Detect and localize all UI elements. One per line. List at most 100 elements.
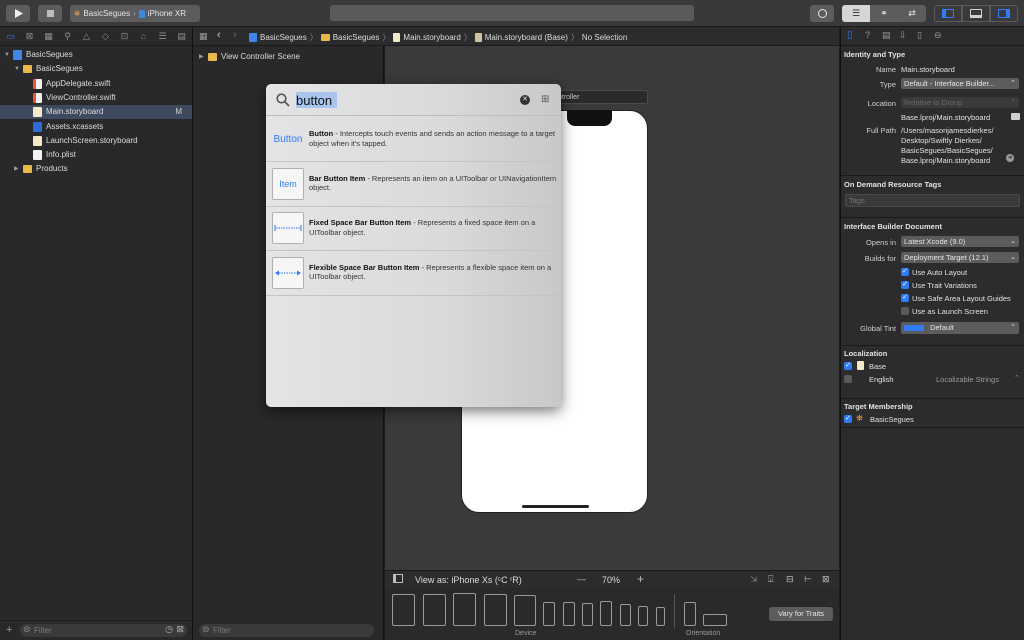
device-ipad-air[interactable] <box>484 594 507 626</box>
breadcrumb-localization[interactable]: Main.storyboard (Base) <box>485 33 568 42</box>
run-button[interactable] <box>6 5 30 22</box>
forward-chevron-icon[interactable]: › <box>233 29 237 41</box>
builds-for-popup[interactable]: Deployment Target (12.1) ⌄ <box>901 252 1019 263</box>
name-value[interactable]: Main.storyboard <box>901 65 955 74</box>
breakpoint-icon[interactable]: ⌂ <box>138 31 149 42</box>
navigator-item[interactable]: Main.storyboard M <box>0 105 192 120</box>
option-checkbox[interactable]: ✓ <box>901 281 909 289</box>
attributes-icon[interactable]: ⇩ <box>899 30 907 41</box>
breadcrumb-file[interactable]: Main.storyboard <box>403 33 460 42</box>
navigator-item[interactable]: ViewController.swift <box>0 91 192 105</box>
back-chevron-icon[interactable]: ‹ <box>217 29 221 41</box>
scm-filter-icon[interactable]: ⊠ <box>176 624 184 635</box>
device-ipad-pro-10[interactable] <box>453 593 476 626</box>
membership-checkbox[interactable]: ✓ <box>844 415 852 423</box>
option-checkbox[interactable]: ✓ <box>901 268 909 276</box>
device-iphone-se[interactable] <box>638 606 648 626</box>
library-search-input[interactable] <box>296 91 476 109</box>
align-icon[interactable]: ⊟ <box>786 574 794 585</box>
loc-base-checkbox[interactable]: ✓ <box>844 362 852 370</box>
device-ipad[interactable] <box>514 595 536 626</box>
resolve-issues-icon[interactable]: ⊠ <box>822 574 830 585</box>
device-ipad-pro-12[interactable] <box>392 594 415 626</box>
help-icon[interactable]: ? <box>865 30 870 40</box>
navigator-item[interactable]: ▶ Products <box>0 162 192 176</box>
toggle-navigator-button[interactable] <box>934 5 962 22</box>
navigator-item[interactable]: ▼ BasicSegues <box>0 62 192 76</box>
option-checkbox[interactable] <box>901 307 909 315</box>
device-ipad-pro-11[interactable] <box>423 594 446 626</box>
loc-english-value[interactable]: Localizable Strings <box>936 375 999 384</box>
navigator-item[interactable]: LaunchScreen.storyboard <box>0 134 192 148</box>
navigator-item[interactable]: Info.plist <box>0 148 192 162</box>
device-iphone-8[interactable] <box>620 604 631 626</box>
disclosure-triangle-icon[interactable]: ▶ <box>14 162 19 176</box>
library-item[interactable]: Button Button - Intercepts touch events a… <box>266 117 561 162</box>
device-iphone-xs[interactable] <box>582 603 593 626</box>
orientation-portrait[interactable] <box>684 602 696 626</box>
toggle-inspector-button[interactable] <box>990 5 1018 22</box>
choose-folder-icon[interactable] <box>1011 113 1020 120</box>
outline-filter-field[interactable]: ⊜ Filter <box>199 624 374 637</box>
vary-for-traits-button[interactable]: Vary for Traits <box>769 607 833 621</box>
update-frames-icon[interactable]: ⇲ <box>750 574 758 585</box>
view-as-label[interactable]: View as: iPhone Xs (ᶜC ʳR) <box>415 575 522 585</box>
device-iphone-8-plus[interactable] <box>600 601 612 626</box>
loc-english-checkbox[interactable] <box>844 375 852 383</box>
related-items-icon[interactable]: ▦ <box>199 31 208 42</box>
folder-icon[interactable]: ▭ <box>5 31 16 42</box>
navigator-item[interactable]: ▼ BasicSegues <box>0 48 192 62</box>
global-tint-popup[interactable]: Default ⌃ <box>901 322 1019 334</box>
size-icon[interactable]: ▯ <box>917 30 922 41</box>
library-item[interactable]: Flexible Space Bar Button Item - Represe… <box>266 251 561 296</box>
add-constraints-icon[interactable]: ⊢ <box>804 574 812 585</box>
orientation-landscape[interactable] <box>703 614 727 626</box>
toggle-outline-icon[interactable] <box>393 574 403 583</box>
toggle-debug-area-button[interactable] <box>962 5 990 22</box>
connections-icon[interactable]: ⊖ <box>934 30 942 41</box>
standard-editor-button[interactable]: ☰ <box>842 5 870 22</box>
zoom-out-button[interactable]: — <box>577 574 586 584</box>
location-popup[interactable]: Relative to Group ⌃ <box>901 97 1019 108</box>
add-icon[interactable]: + <box>6 624 12 636</box>
search-icon[interactable]: ⚲ <box>62 31 73 42</box>
device-iphone-xs-max[interactable] <box>543 602 555 626</box>
device-iphone-4s[interactable] <box>656 607 665 626</box>
navigator-filter-field[interactable]: ⊜ Filter ◷ ⊠ <box>20 624 187 637</box>
library-item[interactable]: Item Bar Button Item - Represents an item… <box>266 162 561 207</box>
option-checkbox[interactable]: ✓ <box>901 294 909 302</box>
breadcrumb-selection[interactable]: No Selection <box>582 33 627 42</box>
navigator-item[interactable]: Assets.xcassets <box>0 120 192 134</box>
zoom-in-button[interactable]: + <box>637 572 644 586</box>
device-iphone-xr[interactable] <box>563 602 575 626</box>
disclosure-triangle-icon[interactable]: ▼ <box>4 48 10 62</box>
outline-scene-row[interactable]: ▶ View Controller Scene <box>193 50 383 64</box>
version-editor-button[interactable]: ⇄ <box>898 5 926 22</box>
type-popup[interactable]: Default - Interface Builder... ⌃ <box>901 78 1019 89</box>
grid-view-icon[interactable]: ⊞ <box>541 94 549 105</box>
library-item[interactable]: Fixed Space Bar Button Item - Represents… <box>266 206 561 251</box>
breadcrumb-project[interactable]: BasicSegues <box>260 33 307 42</box>
navigator-item[interactable]: AppDelegate.swift <box>0 77 192 91</box>
hierarchy-icon[interactable]: ▦ <box>43 31 54 42</box>
warning-icon[interactable]: △ <box>81 31 92 42</box>
opens-in-popup[interactable]: Latest Xcode (9.0) ⌄ <box>901 236 1019 247</box>
assistant-editor-button[interactable]: ⚭ <box>870 5 898 22</box>
source-control-icon[interactable]: ⊠ <box>24 31 35 42</box>
test-diamond-icon[interactable]: ◇ <box>100 31 111 42</box>
reveal-arrow-icon[interactable]: ➜ <box>1006 154 1014 162</box>
disclosure-triangle-icon[interactable]: ▼ <box>14 62 20 76</box>
grid-icon[interactable]: ▤ <box>176 31 187 42</box>
recent-clock-icon[interactable]: ◷ <box>165 624 173 635</box>
debug-icon[interactable]: ⊡ <box>119 31 130 42</box>
identity-icon[interactable]: ▤ <box>882 30 891 41</box>
library-button[interactable] <box>810 5 834 22</box>
report-icon[interactable]: ☰ <box>157 31 168 42</box>
scheme-selector[interactable]: ⛯ BasicSegues › iPhone XR <box>70 5 200 22</box>
breadcrumb-group[interactable]: BasicSegues <box>333 33 380 42</box>
embed-in-icon[interactable]: ⍗ <box>768 574 773 585</box>
disclosure-triangle-icon[interactable]: ▶ <box>199 50 204 64</box>
tags-field[interactable] <box>845 194 1020 207</box>
clear-search-icon[interactable]: ✕ <box>520 95 530 105</box>
stop-button[interactable] <box>38 5 62 22</box>
